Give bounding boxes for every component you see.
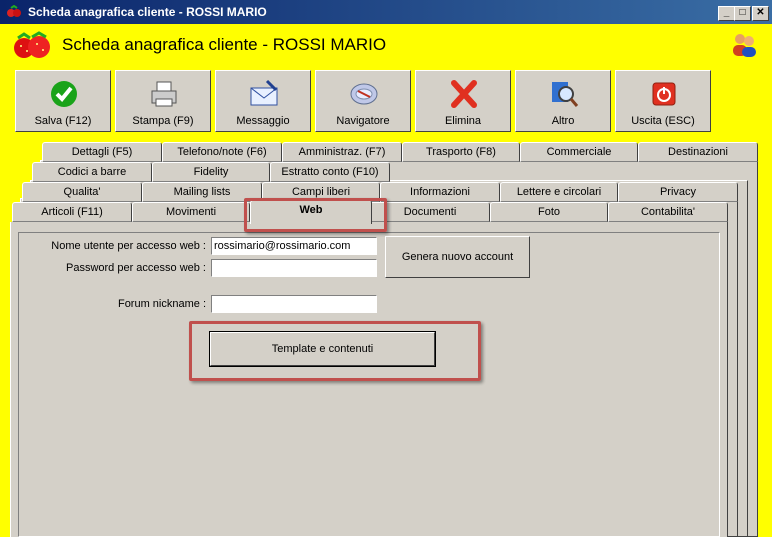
message-button[interactable]: Messaggio: [215, 70, 311, 132]
exit-label: Uscita (ESC): [631, 115, 695, 127]
tab-trasporto[interactable]: Trasporto (F8): [402, 142, 520, 162]
navigator-button[interactable]: Navigatore: [315, 70, 411, 132]
close-button[interactable]: ✕: [752, 6, 769, 21]
template-button-highlight: [189, 321, 481, 381]
username-label: Nome utente per accesso web :: [51, 240, 206, 252]
tab-dettagli[interactable]: Dettagli (F5): [42, 142, 162, 162]
tab-amministraz[interactable]: Amministraz. (F7): [282, 142, 402, 162]
navigator-label: Navigatore: [336, 115, 390, 127]
strawberry-icon: [14, 31, 50, 58]
tab-informazioni[interactable]: Informazioni: [380, 182, 500, 202]
tab-fidelity[interactable]: Fidelity: [152, 162, 270, 182]
web-form-area: [18, 232, 720, 537]
page-title: Scheda anagrafica cliente - ROSSI MARIO: [62, 35, 387, 54]
tab-destinazioni[interactable]: Destinazioni: [638, 142, 758, 162]
print-label: Stampa (F9): [132, 115, 194, 127]
username-input[interactable]: [211, 237, 377, 255]
check-icon: [51, 81, 77, 107]
app-icon: [7, 5, 21, 17]
minimize-button[interactable]: _: [718, 6, 735, 21]
password-label: Password per accesso web :: [65, 262, 206, 274]
delete-button[interactable]: Elimina: [415, 70, 511, 132]
other-label: Altro: [551, 115, 575, 127]
nickname-input[interactable]: [211, 295, 377, 313]
tab-foto[interactable]: Foto: [490, 202, 608, 222]
print-button[interactable]: Stampa (F9): [115, 70, 211, 132]
generate-account-button[interactable]: Genera nuovo account: [385, 236, 530, 278]
search-icon: [552, 82, 579, 107]
tab-codici-a-barre[interactable]: Codici a barre: [32, 162, 152, 182]
tab-articoli[interactable]: Articoli (F11): [12, 202, 132, 222]
tab-privacy[interactable]: Privacy: [618, 182, 738, 202]
save-button[interactable]: Salva (F12): [15, 70, 111, 132]
printer-icon: [151, 81, 177, 107]
tab-commerciale[interactable]: Commerciale: [520, 142, 638, 162]
users-icon[interactable]: [730, 32, 758, 58]
maximize-button[interactable]: □: [734, 6, 751, 21]
header: Scheda anagrafica cliente - ROSSI MARIO: [0, 24, 772, 66]
tab-estratto-conto[interactable]: Estratto conto (F10): [270, 162, 390, 182]
tab-telefono-note[interactable]: Telefono/note (F6): [162, 142, 282, 162]
nickname-label: Forum nickname :: [117, 298, 206, 310]
tab-movimenti[interactable]: Movimenti: [132, 202, 250, 222]
window-title: Scheda anagrafica cliente - ROSSI MARIO: [28, 5, 267, 19]
envelope-icon: [250, 79, 278, 106]
tab-documenti[interactable]: Documenti: [370, 202, 490, 222]
delete-label: Elimina: [444, 115, 482, 127]
title-bar: Scheda anagrafica cliente - ROSSI MARIO …: [0, 0, 772, 24]
tab-lettere-e-circolari[interactable]: Lettere e circolari: [500, 182, 618, 202]
save-label: Salva (F12): [34, 115, 92, 127]
web-tab-highlight: [244, 198, 387, 232]
password-input[interactable]: [211, 259, 377, 277]
other-button[interactable]: Altro: [515, 70, 611, 132]
tab-qualita[interactable]: Qualita': [22, 182, 142, 202]
power-icon: [652, 82, 676, 106]
tab-contabilita[interactable]: Contabilita': [608, 202, 728, 222]
delete-icon: [451, 80, 477, 108]
compass-icon: [350, 83, 378, 105]
message-label: Messaggio: [236, 115, 290, 127]
exit-button[interactable]: Uscita (ESC): [615, 70, 711, 132]
